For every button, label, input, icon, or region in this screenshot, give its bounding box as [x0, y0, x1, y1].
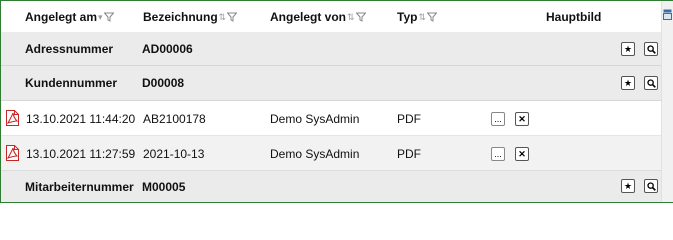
column-header-bezeichnung[interactable]: Bezeichnung ⇅ [143, 10, 238, 24]
column-header-label: Bezeichnung [143, 10, 218, 24]
pin-button[interactable]: ★ [621, 179, 635, 193]
pdf-file-icon[interactable] [4, 110, 20, 126]
close-icon: ✕ [518, 113, 526, 124]
group-row-kundennummer: Kundennummer D00008 ★ [1, 66, 661, 101]
column-header-label: Angelegt am [25, 10, 98, 24]
more-button[interactable]: ... [491, 147, 505, 161]
group-value: M00005 [142, 180, 186, 194]
delete-button[interactable]: ✕ [515, 147, 529, 161]
star-icon: ★ [623, 43, 633, 54]
search-icon [646, 181, 656, 191]
group-row-mitarbeiternummer: Mitarbeiternummer M00005 ★ [1, 171, 661, 202]
column-header-label: Hauptbild [546, 10, 602, 24]
user-cell: Demo SysAdmin [270, 112, 360, 126]
table-row[interactable]: 13.10.2021 11:27:59 2021-10-13 Demo SysA… [1, 136, 661, 171]
sort-icon[interactable]: ▾ [98, 12, 102, 23]
sort-icon[interactable]: ⇅ [347, 12, 354, 23]
delete-button[interactable]: ✕ [515, 112, 529, 126]
search-icon [646, 44, 656, 54]
type-cell: PDF [397, 112, 421, 126]
column-header-label: Angelegt von [270, 10, 347, 24]
group-label: Mitarbeiternummer [25, 180, 134, 194]
pin-button[interactable]: ★ [621, 76, 635, 90]
filter-icon[interactable] [427, 12, 437, 22]
group-value: D00008 [142, 76, 185, 90]
column-chooser-icon[interactable] [663, 9, 672, 20]
column-header-angelegt-am[interactable]: Angelegt am ▾ [25, 10, 114, 24]
date-cell: 13.10.2021 11:27:59 [26, 147, 136, 161]
more-button[interactable]: ... [491, 112, 505, 126]
group-label: Adressnummer [25, 42, 114, 56]
vertical-scrollbar[interactable] [661, 1, 673, 202]
sort-icon[interactable]: ⇅ [219, 12, 226, 23]
ellipsis-icon: ... [494, 148, 502, 159]
column-header-label: Typ [397, 10, 418, 24]
search-icon [646, 78, 656, 88]
star-icon: ★ [623, 180, 633, 191]
bezeichnung-cell: AB2100178 [143, 112, 206, 126]
sort-icon[interactable]: ⇅ [418, 12, 425, 23]
pdf-file-icon[interactable] [4, 145, 20, 161]
grid-header: Angelegt am ▾ Bezeichnung ⇅ Angelegt von… [1, 1, 661, 32]
bezeichnung-cell: 2021-10-13 [143, 147, 205, 161]
group-row-adressnummer: Adressnummer AD00006 ★ [1, 32, 661, 66]
star-icon: ★ [623, 77, 633, 88]
column-header-hauptbild[interactable]: Hauptbild [546, 10, 601, 24]
user-cell: Demo SysAdmin [270, 147, 360, 161]
table-row[interactable]: 13.10.2021 11:44:20 AB2100178 Demo SysAd… [1, 101, 661, 136]
filter-icon[interactable] [355, 12, 366, 22]
search-button[interactable] [644, 179, 658, 193]
ellipsis-icon: ... [494, 113, 502, 124]
group-value: AD00006 [142, 42, 193, 56]
column-header-angelegt-von[interactable]: Angelegt von ⇅ [270, 10, 366, 24]
search-button[interactable] [644, 76, 658, 90]
close-icon: ✕ [518, 148, 526, 159]
type-cell: PDF [397, 147, 421, 161]
date-cell: 13.10.2021 11:44:20 [26, 112, 136, 126]
filter-icon[interactable] [103, 12, 114, 22]
filter-icon[interactable] [227, 12, 238, 22]
search-button[interactable] [644, 42, 658, 56]
group-label: Kundennummer [25, 76, 118, 90]
pin-button[interactable]: ★ [621, 42, 635, 56]
column-header-typ[interactable]: Typ ⇅ [397, 10, 437, 24]
